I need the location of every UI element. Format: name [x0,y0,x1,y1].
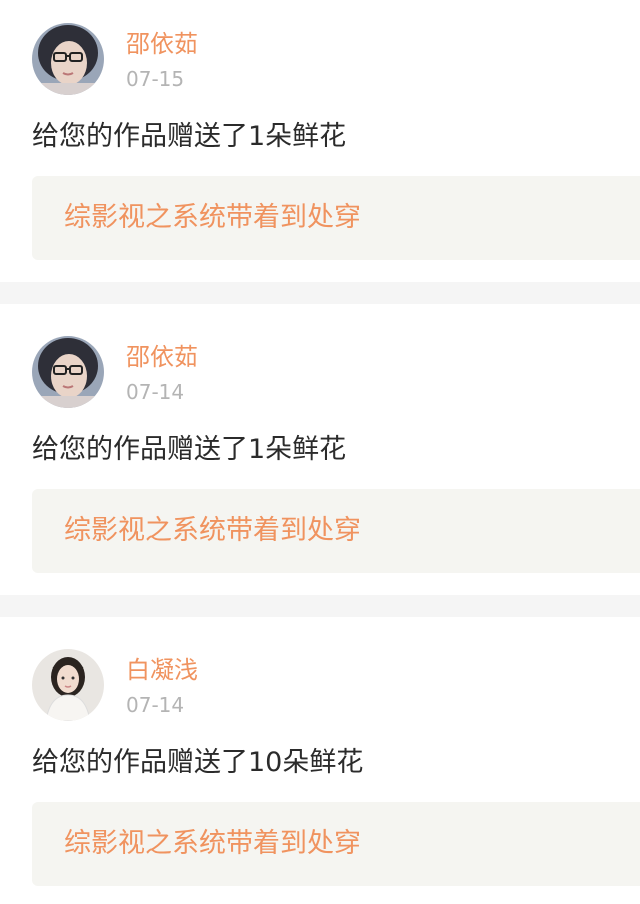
woman-in-white-avatar-icon [32,649,104,721]
gift-notification-item: 邵依茹 07-15 给您的作品赠送了1朵鲜花 综影视之系统带着到处穿 [0,0,640,282]
gift-message: 给您的作品赠送了10朵鲜花 [32,747,364,778]
user-avatar[interactable] [32,23,104,95]
work-card[interactable]: 综影视之系统带着到处穿 [32,489,640,573]
user-name[interactable]: 白凝浅 [126,654,198,686]
post-date: 07-14 [126,380,185,404]
user-name[interactable]: 邵依茹 [126,341,198,373]
section-divider [0,595,640,617]
gift-message: 给您的作品赠送了1朵鲜花 [32,434,347,465]
girl-with-glasses-avatar-icon [32,336,104,408]
section-divider [0,282,640,304]
user-avatar[interactable] [32,649,104,721]
post-date: 07-15 [126,67,185,91]
gift-notification-feed: 邵依茹 07-15 给您的作品赠送了1朵鲜花 综影视之系统带着到处穿 邵依茹 0… [0,0,640,904]
post-date: 07-14 [126,693,185,717]
user-avatar[interactable] [32,336,104,408]
user-name[interactable]: 邵依茹 [126,28,198,60]
work-card[interactable]: 综影视之系统带着到处穿 [32,176,640,260]
work-card[interactable]: 综影视之系统带着到处穿 [32,802,640,886]
work-title: 综影视之系统带着到处穿 [64,515,361,546]
gift-message: 给您的作品赠送了1朵鲜花 [32,121,347,152]
girl-with-glasses-avatar-icon [32,23,104,95]
gift-notification-item: 邵依茹 07-14 给您的作品赠送了1朵鲜花 综影视之系统带着到处穿 [0,304,640,595]
work-title: 综影视之系统带着到处穿 [64,202,361,233]
work-title: 综影视之系统带着到处穿 [64,828,361,859]
gift-notification-item: 白凝浅 07-14 给您的作品赠送了10朵鲜花 综影视之系统带着到处穿 [0,617,640,904]
